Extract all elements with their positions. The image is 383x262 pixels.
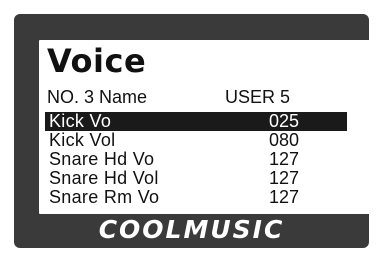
- param-row-kick-vo[interactable]: Kick Vo 025: [45, 112, 347, 131]
- param-row-snare-hd-vol[interactable]: Snare Hd Vol 127: [45, 169, 347, 188]
- lcd-screen: Voice NO. 3 Name USER 5 Kick Vo 025 Kick…: [39, 40, 372, 214]
- kit-info-line: NO. 3 Name USER 5: [47, 87, 347, 107]
- param-value: 025: [269, 111, 300, 131]
- device-bezel: Voice NO. 3 Name USER 5 Kick Vo 025 Kick…: [14, 14, 372, 248]
- screen-title: Voice: [47, 42, 147, 80]
- kit-name-value: USER 5: [225, 87, 291, 107]
- brand-logo: COOLMUSIC: [98, 215, 285, 244]
- param-value: 127: [269, 187, 300, 207]
- param-name: Kick Vo: [49, 111, 112, 131]
- param-value: 080: [269, 130, 300, 150]
- param-row-snare-rm-vo[interactable]: Snare Rm Vo 127: [45, 188, 347, 207]
- param-name: Snare Rm Vo: [49, 187, 160, 207]
- param-row-kick-vol[interactable]: Kick Vol 080: [45, 131, 347, 150]
- param-name: Snare Hd Vol: [49, 168, 159, 188]
- param-value: 127: [269, 149, 300, 169]
- param-value: 127: [269, 168, 300, 188]
- param-name: Snare Hd Vo: [49, 149, 155, 169]
- param-name: Kick Vol: [49, 130, 116, 150]
- kit-number-label: NO. 3 Name: [47, 87, 148, 107]
- param-row-snare-hd-vo[interactable]: Snare Hd Vo 127: [45, 150, 347, 169]
